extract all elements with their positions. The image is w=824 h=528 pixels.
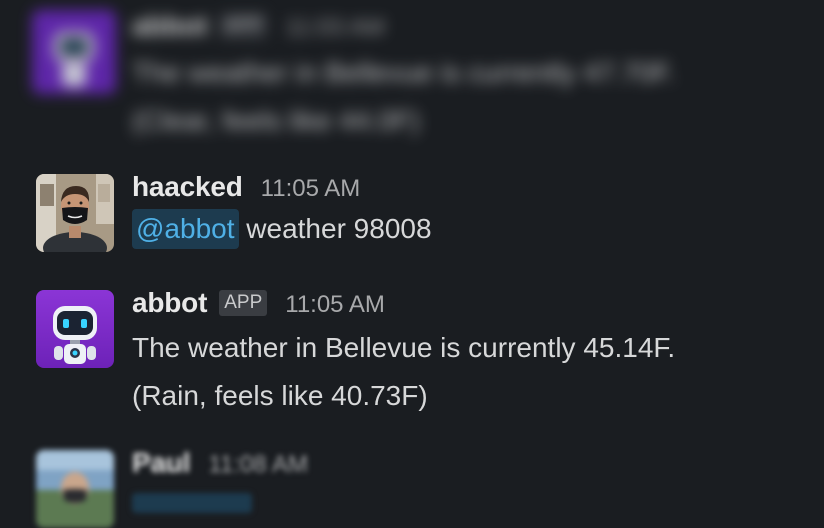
user-photo-avatar	[36, 174, 114, 252]
message-text-line: (Rain, feels like 40.73F)	[132, 380, 428, 411]
avatar[interactable]	[36, 450, 114, 528]
robot-icon	[32, 10, 116, 94]
message-timestamp[interactable]: 11:05 AM	[285, 291, 385, 319]
message-author[interactable]: Paul	[132, 447, 191, 479]
message-text	[132, 493, 252, 513]
message-text-line: The weather in Bellevue is currently 47.…	[132, 57, 676, 88]
app-badge: APP	[219, 13, 268, 39]
message-text-line: (Clear, feels like 44.0F)	[132, 105, 420, 136]
user-photo-avatar	[36, 450, 114, 528]
robot-icon	[36, 290, 114, 368]
message-timestamp[interactable]: 11:03 AM	[285, 14, 385, 42]
message-text: The weather in Bellevue is currently 45.…	[132, 324, 804, 420]
message-text-content: weather 98008	[246, 213, 432, 244]
message-author[interactable]: abbot	[132, 287, 207, 319]
message-text-line: The weather in Bellevue is currently 45.…	[132, 332, 676, 363]
message-author[interactable]: haacked	[132, 171, 243, 203]
avatar[interactable]	[36, 174, 114, 252]
message-text: @abbot weather 98008	[132, 205, 804, 253]
user-mention[interactable]: @abbot	[132, 209, 239, 249]
avatar[interactable]	[36, 290, 114, 368]
message-timestamp[interactable]: 11:05 AM	[261, 175, 361, 203]
message-text: The weather in Bellevue is currently 47.…	[132, 49, 804, 145]
app-badge: APP	[219, 290, 268, 316]
message-author[interactable]: abbot	[132, 10, 207, 42]
message-timestamp[interactable]: 11:08 AM	[208, 451, 308, 479]
avatar[interactable]	[32, 10, 116, 94]
